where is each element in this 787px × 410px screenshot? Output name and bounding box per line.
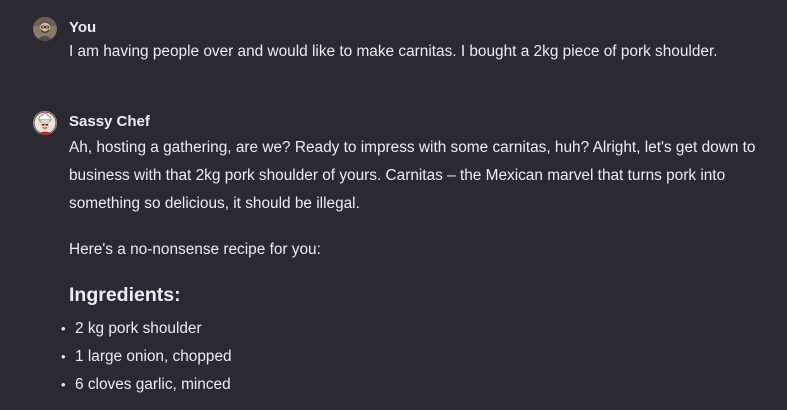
bullet-icon: • — [61, 321, 66, 336]
ingredients-list: • 2 kg pork shoulder • 1 large onion, ch… — [61, 315, 769, 399]
list-item: • 6 cloves garlic, minced — [61, 371, 769, 399]
user-message-text: I am having people over and would like t… — [69, 43, 718, 60]
list-item: • 2 kg pork shoulder — [61, 315, 769, 343]
assistant-paragraph: Ah, hosting a gathering, are we? Ready t… — [69, 139, 756, 212]
ingredient-text: 6 cloves garlic, minced — [75, 376, 231, 393]
ingredient-text: 2 kg pork shoulder — [75, 320, 202, 337]
assistant-author-name: Sassy Chef — [69, 113, 150, 130]
ingredient-text: 1 large onion, chopped — [75, 348, 232, 365]
list-item: • 1 large onion, chopped — [61, 343, 769, 371]
user-author-name: You — [69, 19, 97, 36]
ingredients-heading: Ingredients: — [69, 284, 181, 306]
assistant-message-body: Ah, hosting a gathering, are we? Ready t… — [61, 134, 769, 399]
bullet-icon: • — [61, 349, 66, 364]
assistant-paragraph: Here's a no-nonsense recipe for you: — [69, 241, 321, 258]
user-avatar-icon — [33, 17, 57, 41]
bullet-icon: • — [61, 377, 66, 392]
chef-avatar-icon — [33, 111, 57, 135]
